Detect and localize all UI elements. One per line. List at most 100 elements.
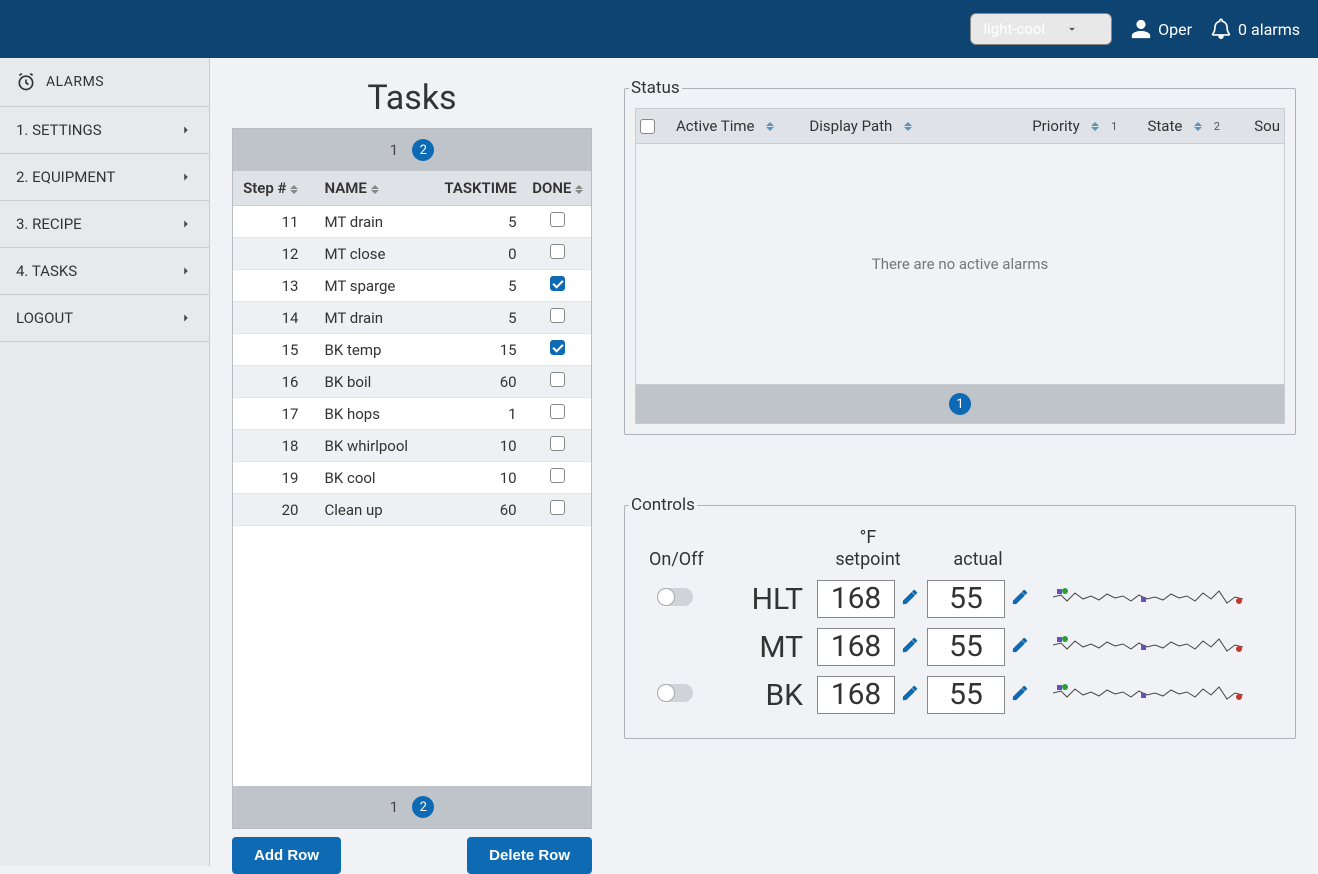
actual-value[interactable]: 55 [927,580,1005,618]
table-row[interactable]: 16 BK boil 60 [233,366,591,398]
done-checkbox[interactable] [550,308,565,323]
alarm-chip[interactable]: 0 alarms [1210,18,1300,40]
pager-page-1[interactable]: 1 [390,798,398,816]
sidebar-header[interactable]: ALARMS [0,58,209,107]
col-active-time[interactable]: Active Time [676,117,809,135]
col-source[interactable]: Sou [1220,117,1280,135]
edit-actual-icon[interactable] [1011,684,1029,706]
table-row[interactable]: 17 BK hops 1 [233,398,591,430]
col-done[interactable]: DONE [525,171,591,206]
pager-page-1[interactable]: 1 [390,141,398,159]
done-checkbox[interactable] [550,244,565,259]
toggle-bk[interactable] [657,684,693,702]
setpoint-value[interactable]: 168 [817,628,895,666]
cell-step: 19 [233,462,318,494]
actual-value[interactable]: 55 [927,676,1005,714]
user-icon [1130,18,1152,40]
setpoint-value[interactable]: 168 [817,676,895,714]
col-state[interactable]: State 2 [1117,117,1220,135]
alarm-pager: 1 [635,384,1285,424]
cell-done [525,430,591,462]
cell-step: 11 [233,206,318,238]
topbar: light-cool Oper 0 alarms [0,0,1318,58]
cell-time: 15 [434,334,525,366]
edit-actual-icon[interactable] [1011,636,1029,658]
delete-row-button[interactable]: Delete Row [467,837,592,874]
table-row[interactable]: 19 BK cool 10 [233,462,591,494]
cell-time: 1 [434,398,525,430]
cell-step: 16 [233,366,318,398]
theme-select[interactable]: light-cool [970,13,1112,45]
cell-step: 13 [233,270,318,302]
controls-panel: Controls On/Off °F setpoint actual HLT [624,495,1296,739]
table-row[interactable]: 15 BK temp 15 [233,334,591,366]
sidebar-item-recipe[interactable]: 3. RECIPE [0,201,209,248]
control-label: MT [733,630,813,665]
col-step[interactable]: Step # [233,171,318,206]
page-title: Tasks [232,78,592,118]
cell-name: MT drain [318,206,434,238]
col-name[interactable]: NAME [318,171,434,206]
cell-step: 15 [233,334,318,366]
edit-setpoint-icon[interactable] [901,588,919,610]
cell-step: 20 [233,494,318,526]
cell-step: 14 [233,302,318,334]
cell-time: 10 [434,462,525,494]
main: Tasks 1 2 Step # NAME TASKTIME DONE [210,58,1318,866]
sidebar-item-equipment[interactable]: 2. EQUIPMENT [0,154,209,201]
edit-actual-icon[interactable] [1011,588,1029,610]
setpoint-value[interactable]: 168 [817,580,895,618]
col-display-path[interactable]: Display Path [809,117,973,135]
table-row[interactable]: 11 MT drain 5 [233,206,591,238]
control-label: HLT [733,582,813,617]
done-checkbox[interactable] [550,500,565,515]
sidebar: ALARMS 1. SETTINGS 2. EQUIPMENT 3. RECIP… [0,58,210,866]
sidebar-item-logout[interactable]: LOGOUT [0,295,209,342]
cell-time: 10 [434,430,525,462]
control-row-bk: BK 168 55 [643,676,1277,714]
status-legend: Status [629,78,682,98]
sparkline [1053,583,1277,615]
chevron-down-icon [1065,22,1079,36]
cell-step: 18 [233,430,318,462]
user-chip[interactable]: Oper [1130,18,1192,40]
cell-name: BK temp [318,334,434,366]
alarm-table-head: Active Time Display Path Priority 1 Stat… [635,108,1285,144]
done-checkbox[interactable] [550,436,565,451]
actual-value[interactable]: 55 [927,628,1005,666]
toggle-hlt[interactable] [657,588,693,606]
table-row[interactable]: 20 Clean up 60 [233,494,591,526]
table-row[interactable]: 18 BK whirlpool 10 [233,430,591,462]
pager-page-2[interactable]: 2 [412,796,434,818]
cell-name: MT close [318,238,434,270]
done-checkbox[interactable] [550,468,565,483]
control-label: BK [733,678,813,713]
control-row-mt: MT 168 55 [643,628,1277,666]
sidebar-item-settings[interactable]: 1. SETTINGS [0,107,209,154]
table-row[interactable]: 14 MT drain 5 [233,302,591,334]
alarm-pager-1[interactable]: 1 [949,393,971,415]
table-row[interactable]: 12 MT close 0 [233,238,591,270]
status-panel: Status Active Time Display Path Priority… [624,78,1296,435]
tasks-table: 1 2 Step # NAME TASKTIME DONE 11 MT drai… [232,128,592,829]
done-checkbox[interactable] [550,404,565,419]
done-checkbox[interactable] [550,340,565,355]
pager-page-2[interactable]: 2 [412,139,434,161]
table-fill [233,526,591,786]
edit-setpoint-icon[interactable] [901,684,919,706]
chevron-right-icon [179,311,193,325]
col-priority[interactable]: Priority 1 [974,117,1118,135]
table-row[interactable]: 13 MT sparge 5 [233,270,591,302]
select-all-checkbox[interactable] [640,119,655,134]
sidebar-item-tasks[interactable]: 4. TASKS [0,248,209,295]
done-checkbox[interactable] [550,372,565,387]
sparkline [1053,679,1277,711]
chevron-right-icon [179,170,193,184]
tasks-pager-bottom: 1 2 [233,786,591,828]
edit-setpoint-icon[interactable] [901,636,919,658]
add-row-button[interactable]: Add Row [232,837,341,874]
done-checkbox[interactable] [550,212,565,227]
done-checkbox[interactable] [550,276,565,291]
theme-value: light-cool [983,20,1045,38]
col-tasktime[interactable]: TASKTIME [434,171,525,206]
